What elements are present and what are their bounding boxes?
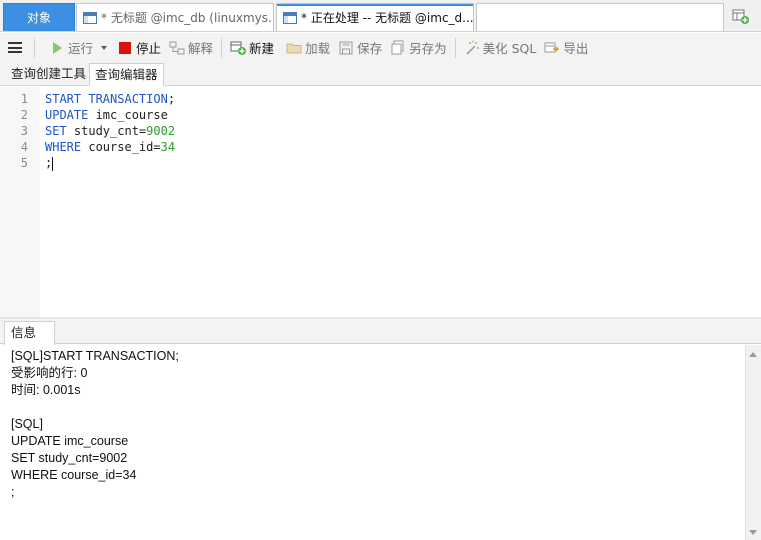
- sql-text: study_cnt=: [66, 124, 147, 138]
- tab-info[interactable]: 信息: [4, 321, 55, 345]
- save-as-button[interactable]: 另存为: [386, 36, 451, 60]
- info-line: [SQL]START TRANSACTION;: [11, 349, 179, 363]
- stop-button[interactable]: 停止: [113, 36, 165, 60]
- info-line: ;: [11, 485, 15, 499]
- save-button[interactable]: 保存: [334, 36, 386, 60]
- save-as-icon: [390, 40, 406, 56]
- info-line: UPDATE imc_course: [11, 434, 129, 448]
- stop-icon: [117, 40, 133, 56]
- editor-mode-tabs: 查询创建工具 查询编辑器: [0, 62, 761, 86]
- tab-query-editor[interactable]: 查询编辑器: [89, 63, 164, 86]
- load-button[interactable]: 加载: [282, 36, 334, 60]
- save-as-label: 另存为: [409, 41, 447, 56]
- sql-keyword: WHERE: [45, 140, 82, 154]
- save-icon: [338, 40, 354, 56]
- line-number: 2: [20, 108, 28, 122]
- export-icon: [544, 40, 560, 56]
- new-table-icon: [732, 9, 749, 24]
- tab-processing-query[interactable]: * 正在处理 -- 无标题 @imc_d...: [276, 3, 474, 31]
- code-line: 1 START TRANSACTION;: [0, 91, 761, 107]
- play-icon: [49, 40, 65, 56]
- tab-query-builder[interactable]: 查询创建工具: [6, 63, 91, 86]
- sql-keyword: SET: [45, 124, 67, 138]
- new-query-tab-button[interactable]: [728, 5, 754, 29]
- scroll-up-arrow-icon[interactable]: [749, 352, 757, 357]
- menu-button[interactable]: [0, 36, 30, 60]
- info-vertical-scrollbar[interactable]: [745, 345, 761, 540]
- tab-untitled-query[interactable]: * 无标题 @imc_db (linuxmys...: [76, 3, 274, 31]
- new-query-label: 新建: [249, 41, 275, 56]
- sql-text: ;: [167, 92, 176, 106]
- save-label: 保存: [357, 41, 383, 56]
- sql-text: imc_course: [88, 108, 168, 122]
- code-line: 3 SET study_cnt=9002: [0, 123, 761, 139]
- tab-untitled-query-label: * 无标题 @imc_db (linuxmys...: [101, 11, 274, 25]
- export-label: 导出: [563, 41, 589, 56]
- folder-icon: [286, 40, 302, 56]
- text-cursor: [52, 156, 54, 171]
- export-button[interactable]: 导出: [540, 36, 592, 60]
- explain-button[interactable]: 解释: [165, 36, 217, 60]
- sql-keyword: UPDATE: [45, 108, 89, 122]
- line-number: 3: [20, 124, 28, 138]
- sql-keyword: START TRANSACTION: [45, 92, 168, 106]
- info-message-panel: [SQL]START TRANSACTION; 受影响的行: 0 时间: 0.0…: [0, 345, 745, 540]
- explain-icon: [169, 40, 185, 56]
- toolbar-divider: [221, 37, 223, 58]
- query-table-icon: [283, 11, 297, 24]
- code-line: 2 UPDATE imc_course: [0, 107, 761, 123]
- info-line: SET study_cnt=9002: [11, 451, 128, 465]
- document-tab-strip: 对象 * 无标题 @imc_db (linuxmys... * 正在处理 -- …: [0, 0, 761, 32]
- info-line: [11, 399, 745, 416]
- sql-number: 34: [160, 140, 176, 154]
- stop-label: 停止: [136, 41, 162, 56]
- hamburger-icon: [8, 42, 22, 53]
- tab-objects[interactable]: 对象: [3, 3, 75, 31]
- explain-label: 解释: [188, 41, 214, 56]
- run-label: 运行: [68, 41, 94, 56]
- tab-processing-query-label: * 正在处理 -- 无标题 @imc_d...: [301, 11, 474, 25]
- toolbar-divider: [454, 37, 456, 58]
- tab-strip-empty-area: [476, 3, 724, 31]
- sql-editor[interactable]: 1 START TRANSACTION; 2 UPDATE imc_course…: [0, 87, 761, 317]
- run-button[interactable]: 运行: [39, 36, 97, 60]
- result-tabs: 信息: [0, 319, 761, 345]
- toolbar-divider: [34, 37, 35, 58]
- load-label: 加载: [305, 41, 331, 56]
- line-number: 1: [20, 92, 28, 106]
- code-line: 5 ;: [0, 155, 761, 171]
- sql-number: 9002: [146, 124, 176, 138]
- info-line: 时间: 0.001s: [11, 383, 81, 397]
- line-number: 5: [20, 156, 28, 170]
- sql-text: ;: [45, 156, 53, 170]
- sql-code[interactable]: 1 START TRANSACTION; 2 UPDATE imc_course…: [0, 91, 761, 171]
- info-line: [SQL]: [11, 417, 43, 431]
- beautify-sql-button[interactable]: 美化 SQL: [460, 36, 541, 60]
- info-line: WHERE course_id=34: [11, 468, 137, 482]
- query-toolbar: 运行 停止 解释 新建 加载 保存 另存为 美化 SQL 导出: [0, 33, 761, 62]
- code-line: 4 WHERE course_id=34: [0, 139, 761, 155]
- run-dropdown-caret-icon[interactable]: [101, 45, 108, 50]
- sql-text: course_id=: [81, 140, 161, 154]
- scroll-down-arrow-icon[interactable]: [749, 530, 757, 535]
- tab-objects-label: 对象: [26, 11, 51, 25]
- magic-wand-icon: [464, 40, 480, 56]
- info-line: 受影响的行: 0: [11, 366, 88, 380]
- line-number: 4: [20, 140, 28, 154]
- new-query-icon: [230, 40, 247, 56]
- beautify-sql-label: 美化 SQL: [482, 41, 537, 56]
- query-table-icon: [83, 11, 97, 24]
- new-query-button[interactable]: 新建: [226, 36, 278, 60]
